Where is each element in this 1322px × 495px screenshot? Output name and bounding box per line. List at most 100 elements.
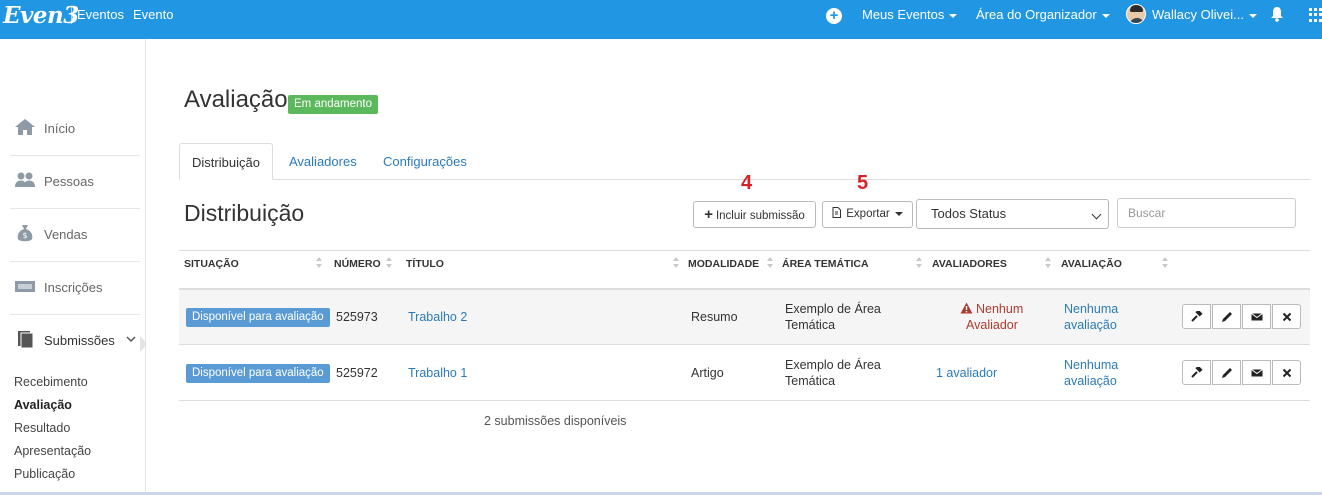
logo-divider [71,6,72,24]
row-divider [179,400,1310,401]
column-header-avaliacao[interactable]: AVALIAÇÃO [1061,258,1122,270]
sort-icon[interactable] [316,256,322,270]
home-icon [15,119,35,135]
status-filter-value: Todos Status [931,206,1007,221]
export-label: Exportar [846,208,890,220]
envelope-icon [1251,313,1263,321]
send-email-button[interactable] [1242,360,1271,385]
assign-evaluator-button[interactable] [1182,360,1211,385]
evaluation-status-line1[interactable]: Nenhuma [1064,357,1118,373]
thematic-area-line2: Temática [785,318,836,332]
column-header-modalidade[interactable]: MODALIDADE [688,258,759,270]
people-icon [15,172,35,187]
evaluation-status-line2[interactable]: avaliação [1064,373,1117,389]
even3-logo[interactable]: Even3 [3,2,79,29]
submenu-resultado[interactable]: Resultado [14,421,70,435]
submenu-avaliacao[interactable]: Avaliação [14,398,72,412]
user-menu-dropdown[interactable]: Wallacy Olivei... [1152,7,1257,22]
top-navbar: Even3 Eventos Evento + Meus Eventos Área… [0,0,1322,39]
sort-icon[interactable] [673,256,679,270]
caret-down-icon [1248,13,1257,18]
submenu-pointer [140,336,147,352]
tab-avaliadores[interactable]: Avaliadores [289,143,357,180]
chevron-down-icon [126,336,136,343]
sidebar-item-label: Inscrições [44,280,103,295]
status-filter-select[interactable]: Todos Status [916,199,1109,229]
annotation-number: 5 [857,172,869,194]
assign-evaluator-button[interactable] [1182,304,1211,329]
caret-down-icon [894,211,903,216]
area-organizador-dropdown[interactable]: Área do Organizador [976,7,1110,22]
column-header-situacao[interactable]: SITUAÇÃO [184,258,239,270]
evaluation-status-line2[interactable]: avaliação [1064,317,1117,333]
money-bag-icon: $ [17,225,33,242]
sidebar-item-label: Pessoas [44,174,94,189]
sidebar-item-vendas[interactable]: $ Vendas [10,209,140,262]
edit-button[interactable] [1212,360,1241,385]
pencil-icon [1222,312,1232,322]
tab-distribuicao[interactable]: Distribuição [179,143,273,180]
thematic-area-line1: Exemplo de Área [785,358,881,372]
nav-link-evento[interactable]: Evento [133,7,173,22]
sort-icon[interactable] [1162,256,1168,270]
submission-number: 525973 [336,310,378,324]
column-header-area-tematica[interactable]: ÁREA TEMÁTICA [782,258,869,270]
thematic-area-line1: Exemplo de Área [785,302,881,316]
sort-icon[interactable] [767,256,773,270]
tab-configuracoes[interactable]: Configurações [383,143,467,180]
sidebar-item-inicio[interactable]: Início [10,103,140,156]
remove-button[interactable] [1272,360,1301,385]
submission-count: 2 submissões disponíveis [484,414,627,428]
submission-modality: Artigo [691,366,724,380]
column-header-numero[interactable]: NÚMERO [334,258,381,270]
sidebar: Início Pessoas $ Vendas Inscrições Submi… [0,39,147,495]
apps-grid-icon[interactable] [1309,8,1322,22]
file-icon [832,207,842,218]
sort-icon[interactable] [916,256,922,270]
submenu-publicacao[interactable]: Publicação [14,467,75,481]
submission-title-link[interactable]: Trabalho 1 [408,365,467,381]
submenu-recebimento[interactable]: Recebimento [14,375,88,389]
meus-eventos-label: Meus Eventos [862,7,945,22]
plus-icon: + [704,206,713,223]
row-divider [179,344,1310,345]
sidebar-item-label: Vendas [44,227,88,242]
meus-eventos-dropdown[interactable]: Meus Eventos [862,7,958,22]
sidebar-item-pessoas[interactable]: Pessoas [10,156,140,209]
sidebar-item-submissoes[interactable]: Submissões [10,315,140,368]
export-dropdown-button[interactable]: Exportar [822,201,913,228]
page-title: Avaliação [184,86,288,113]
evaluation-status-line1[interactable]: Nenhuma [1064,301,1118,317]
close-icon [1282,312,1292,322]
submission-number: 525972 [336,366,378,380]
sort-icon[interactable] [386,256,392,270]
add-circle-icon[interactable]: + [826,8,842,24]
situation-badge: Disponível para avaliação [186,308,330,327]
submission-title-link[interactable]: Trabalho 2 [408,309,467,325]
sidebar-item-label: Início [44,121,76,136]
chevron-down-icon [1091,209,1102,220]
no-evaluator-line2: Avaliador [966,318,1018,332]
add-submission-button[interactable]: + Incluir submissão [693,201,816,228]
submenu-apresentacao[interactable]: Apresentação [14,444,91,458]
avatar[interactable] [1126,4,1146,24]
situation-badge: Disponível para avaliação [186,364,330,383]
sort-icon[interactable] [1045,256,1051,270]
column-header-titulo[interactable]: TÍTULO [406,258,444,270]
send-email-button[interactable] [1242,304,1271,329]
bell-icon[interactable] [1270,6,1284,22]
submission-modality: Resumo [691,310,738,324]
column-header-avaliadores[interactable]: AVALIADORES [932,258,1007,270]
annotation-number: 4 [741,172,753,194]
evaluator-count-link[interactable]: 1 avaliador [936,365,997,381]
warning-icon [960,302,973,314]
ticket-icon [15,281,35,292]
add-submission-label: Incluir submissão [715,210,805,222]
sidebar-item-inscricoes[interactable]: Inscrições [10,262,140,315]
search-input[interactable]: Buscar [1117,198,1296,228]
sidebar-item-label: Submissões [44,333,115,348]
remove-button[interactable] [1272,304,1301,329]
gavel-icon [1191,367,1203,378]
nav-link-eventos[interactable]: Eventos [77,7,124,22]
edit-button[interactable] [1212,304,1241,329]
